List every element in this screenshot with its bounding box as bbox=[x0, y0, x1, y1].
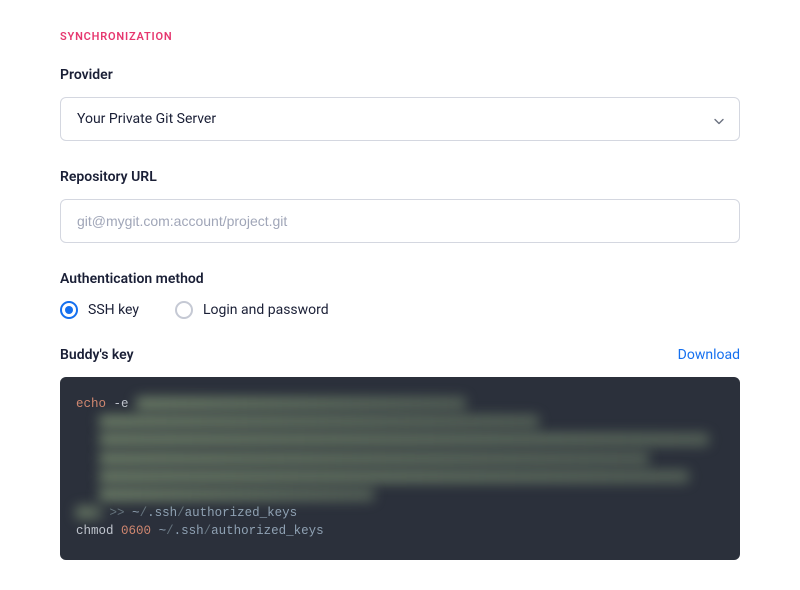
provider-label: Provider bbox=[60, 67, 740, 83]
code-token-tilde: ~ bbox=[159, 524, 167, 538]
download-link[interactable]: Download bbox=[678, 347, 740, 363]
auth-radio-login-label: Login and password bbox=[203, 302, 329, 318]
code-token-chmod: chmod bbox=[76, 524, 114, 538]
code-token-authorized-keys: authorized_keys bbox=[185, 506, 298, 520]
code-token-slash: / bbox=[204, 524, 212, 538]
code-token-slash: / bbox=[166, 524, 174, 538]
code-token-mode: 0600 bbox=[121, 524, 151, 538]
code-token-dot: . bbox=[174, 524, 182, 538]
code-token-ssh: ssh bbox=[155, 506, 178, 520]
auth-radio-ssh-label: SSH key bbox=[88, 302, 139, 318]
radio-checked-icon bbox=[60, 301, 78, 319]
code-token-tilde: ~ bbox=[132, 506, 140, 520]
code-token-dot: . bbox=[147, 506, 155, 520]
radio-unchecked-icon bbox=[175, 301, 193, 319]
code-token-slash: / bbox=[140, 506, 148, 520]
code-token-flag-e: -e bbox=[114, 397, 129, 411]
code-token-authorized-keys: authorized_keys bbox=[211, 524, 324, 538]
auth-method-label: Authentication method bbox=[60, 271, 740, 287]
ssh-key-code-block: echo -e >> ~/.ssh/authorized_keys chmod … bbox=[60, 377, 740, 560]
code-token-echo: echo bbox=[76, 397, 106, 411]
obscured-key-content bbox=[99, 488, 374, 501]
code-token-redirect: >> bbox=[110, 506, 125, 520]
obscured-key-content bbox=[136, 397, 466, 410]
obscured-key-content bbox=[99, 415, 539, 428]
obscured-key-content bbox=[76, 506, 102, 519]
obscured-key-content bbox=[99, 470, 689, 483]
buddys-key-label: Buddy's key bbox=[60, 347, 134, 363]
provider-select[interactable]: Your Private Git Server bbox=[60, 97, 740, 141]
obscured-key-content bbox=[99, 452, 649, 465]
provider-select-value[interactable]: Your Private Git Server bbox=[60, 97, 740, 141]
repository-url-input[interactable] bbox=[60, 199, 740, 243]
repository-url-label: Repository URL bbox=[60, 169, 740, 185]
section-header-synchronization: SYNCHRONIZATION bbox=[60, 30, 740, 43]
code-token-slash: / bbox=[177, 506, 185, 520]
code-token-ssh: ssh bbox=[181, 524, 204, 538]
auth-radio-ssh-key[interactable]: SSH key bbox=[60, 301, 139, 319]
auth-radio-login-password[interactable]: Login and password bbox=[175, 301, 329, 319]
obscured-key-content bbox=[99, 433, 709, 446]
